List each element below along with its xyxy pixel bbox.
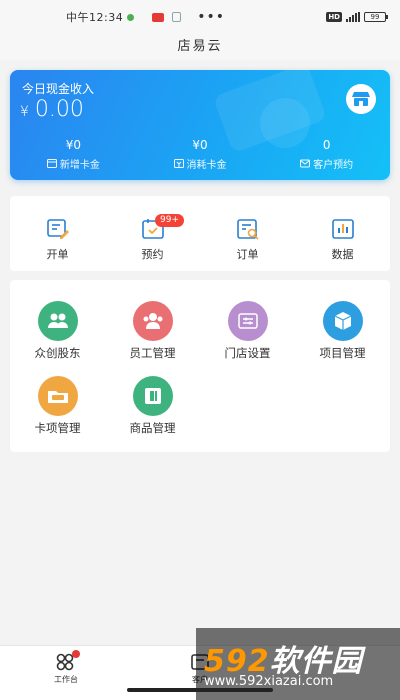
module-label: 众创股东 xyxy=(34,346,81,360)
module-projects[interactable]: 项目管理 xyxy=(295,301,390,361)
module-icon-bg xyxy=(37,376,78,416)
stat-value: 0 xyxy=(322,138,331,152)
stat-label: 客户预约 xyxy=(313,160,354,171)
module-label: 员工管理 xyxy=(129,346,176,360)
income-card: 今日现金收入 ¥0.00 ¥0 新增卡金 ¥0 消耗卡金 0 客户预约 xyxy=(10,70,390,180)
shareholder-icon xyxy=(47,313,68,328)
card-icon xyxy=(46,159,57,168)
mail-icon xyxy=(300,159,311,168)
module-icon-bg xyxy=(37,301,78,341)
module-label: 商品管理 xyxy=(129,421,176,435)
module-icon-bg xyxy=(227,301,268,341)
card-folder-icon xyxy=(47,391,68,403)
quick-action-data[interactable]: 数据 xyxy=(295,196,390,271)
quick-actions: 开单 99+ 预约 订单 数据 xyxy=(10,196,390,271)
edit-doc-icon xyxy=(46,219,69,239)
quick-action-label: 预约 xyxy=(141,248,164,261)
staff-icon xyxy=(143,313,162,329)
hd-indicator: HD xyxy=(326,12,342,22)
stat-label: 消耗卡金 xyxy=(186,160,227,171)
income-amount-value: 0.00 xyxy=(34,97,84,122)
signal-icon xyxy=(346,12,360,22)
stat-consumed-card-fund[interactable]: ¥0 消耗卡金 xyxy=(137,138,264,172)
status-bar: 中午12:34 ••• HD 99 xyxy=(0,0,400,34)
module-icon-bg xyxy=(132,376,173,416)
tab-label: 工作台 xyxy=(54,675,78,684)
module-label: 卡项管理 xyxy=(34,421,81,435)
battery-icon: 99 xyxy=(364,12,388,22)
bar-chart-icon xyxy=(331,219,354,239)
quick-action-label: 开单 xyxy=(46,248,69,261)
settings-sliders-icon xyxy=(237,313,258,329)
quick-action-open-order[interactable]: 开单 xyxy=(10,196,105,271)
quick-action-label: 数据 xyxy=(331,248,354,261)
store-icon xyxy=(352,92,370,106)
module-store-settings[interactable]: 门店设置 xyxy=(200,301,295,361)
notification-dot xyxy=(72,650,80,658)
status-time: 中午12:34 xyxy=(66,11,124,24)
stat-label: 新增卡金 xyxy=(59,160,100,171)
quick-action-booking[interactable]: 99+ 预约 xyxy=(105,196,200,271)
module-products[interactable]: 商品管理 xyxy=(105,376,200,436)
stat-new-card-fund[interactable]: ¥0 新增卡金 xyxy=(10,138,137,172)
quick-action-orders[interactable]: 订单 xyxy=(200,196,295,271)
module-staff[interactable]: 员工管理 xyxy=(105,301,200,361)
more-notifications-icon: ••• xyxy=(197,9,225,25)
stat-customer-booking[interactable]: 0 客户预约 xyxy=(263,138,390,172)
income-amount: ¥0.00 xyxy=(20,97,84,122)
consume-icon xyxy=(173,159,184,168)
product-icon xyxy=(144,388,161,404)
tab-workbench[interactable]: 工作台 xyxy=(36,650,96,685)
order-search-icon xyxy=(236,219,259,240)
stat-value: ¥0 xyxy=(65,138,81,152)
home-indicator xyxy=(127,688,273,692)
module-label: 门店设置 xyxy=(224,346,271,360)
quick-action-label: 订单 xyxy=(236,248,259,261)
box-icon xyxy=(334,312,351,330)
module-label: 项目管理 xyxy=(319,346,366,360)
watermark-url: www.592xiazai.com xyxy=(204,674,334,689)
module-shareholders[interactable]: 众创股东 xyxy=(10,301,105,361)
module-grid: 众创股东 员工管理 门店设置 项目管理 卡项管理 商品管理 xyxy=(10,280,390,452)
store-button[interactable] xyxy=(346,84,376,114)
app-notification-icon xyxy=(152,12,165,22)
currency-symbol: ¥ xyxy=(20,104,29,120)
clipboard-notification-icon xyxy=(172,12,182,22)
module-card-items[interactable]: 卡项管理 xyxy=(10,376,105,436)
module-icon-bg xyxy=(132,301,173,341)
module-icon-bg xyxy=(322,301,363,341)
page-title: 店易云 xyxy=(0,34,400,60)
income-label: 今日现金收入 xyxy=(22,82,95,96)
booking-count-badge: 99+ xyxy=(155,214,184,227)
stat-value: ¥0 xyxy=(192,138,208,152)
wechat-notification-icon xyxy=(127,13,135,21)
